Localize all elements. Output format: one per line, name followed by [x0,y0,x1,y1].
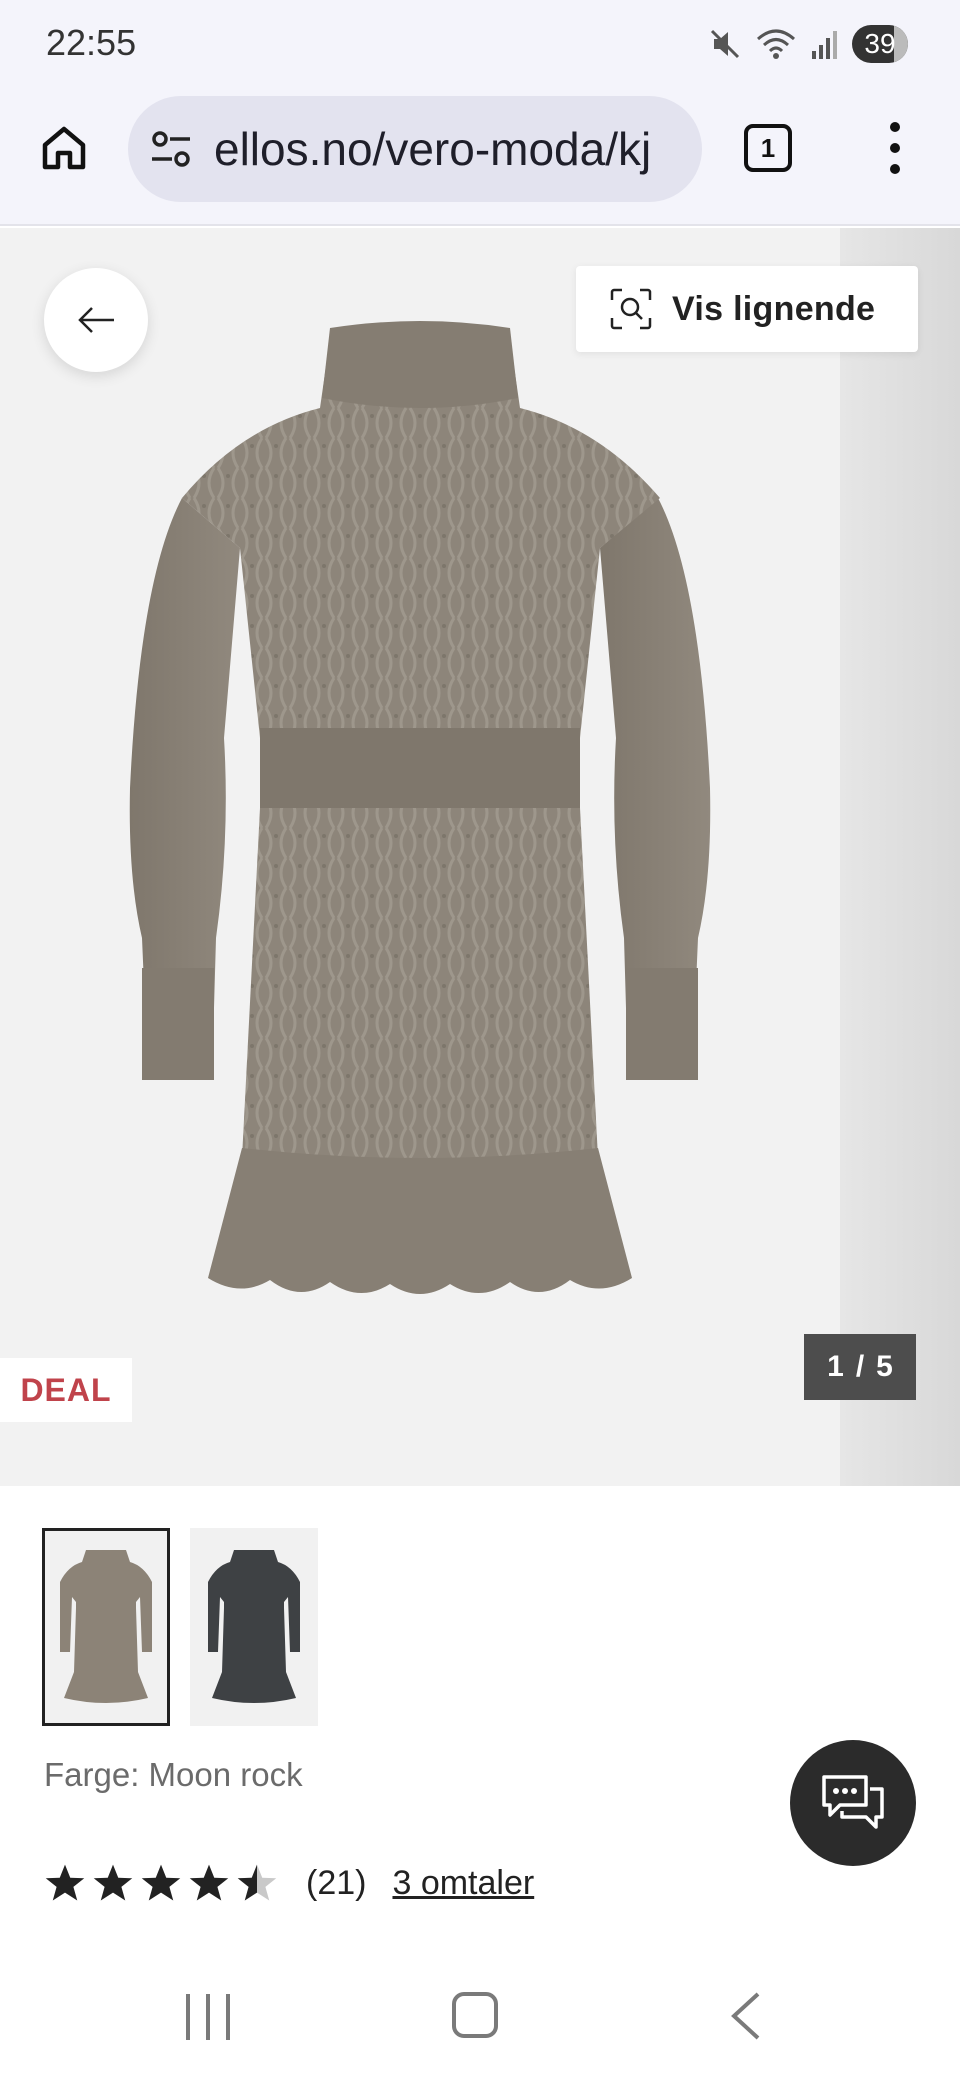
color-variant-thumbnails [42,1528,318,1726]
selected-color-label: Farge: Moon rock [44,1756,303,1793]
more-vert-icon[interactable] [880,118,910,178]
deal-badge: DEAL [0,1358,132,1422]
product-image-dress [129,321,711,1294]
system-home-button[interactable] [452,1992,498,2038]
star-icon [141,1864,181,1901]
star-icon [189,1864,229,1901]
chat-icon [822,1775,884,1829]
next-image-peek [840,228,960,1486]
image-counter: 1 / 5 [804,1334,916,1400]
tab-count: 1 [760,132,776,163]
star-half-icon [237,1864,277,1901]
wifi-icon [757,29,795,59]
product-rating: (21) 3 omtaler [44,1862,534,1904]
system-navigation-bar [0,1960,960,2080]
mute-icon [710,29,740,59]
chat-button[interactable] [790,1740,916,1866]
arrow-back-icon [78,307,114,333]
rating-count: (21) [306,1863,367,1902]
show-similar-button[interactable]: Vis lignende [576,266,918,352]
status-icons: 39 [708,24,908,64]
reviews-link[interactable]: 3 omtaler [392,1864,534,1903]
battery-indicator: 39 [852,25,908,63]
tabs-button[interactable]: 1 [744,124,792,172]
image-counter-current: 1 [827,1350,844,1383]
back-button[interactable] [44,268,148,372]
status-time: 22:55 [46,22,137,63]
image-counter-total: 5 [876,1350,893,1383]
star-icon [93,1864,133,1901]
star-icon [45,1864,85,1901]
product-image-gallery[interactable]: Vis lignende DEAL 1 / 5 [0,228,960,1486]
thumbnail-dress-image [60,1550,152,1703]
signal-icon [812,31,837,59]
visual-search-icon [610,288,652,330]
system-back-icon[interactable] [726,1990,766,2042]
rating-stars [44,1862,278,1904]
address-bar[interactable]: ellos.no/vero-moda/kj [128,96,702,202]
deal-badge-text: DEAL [20,1371,112,1408]
thumbnail-dark-grey[interactable] [190,1528,318,1726]
thumbnail-moon-rock[interactable] [42,1528,170,1726]
image-counter-separator: / [855,1350,865,1383]
thumbnail-dress-image [208,1550,300,1703]
show-similar-label: Vis lignende [672,289,876,328]
status-bar: 22:55 39 [0,0,960,88]
site-settings-icon[interactable] [148,126,194,172]
home-button[interactable] [34,118,94,178]
url-text[interactable]: ellos.no/vero-moda/kj [214,122,694,176]
home-icon [42,126,86,170]
recent-apps-button[interactable] [186,1994,230,2040]
browser-toolbar: ellos.no/vero-moda/kj 1 [0,88,960,226]
